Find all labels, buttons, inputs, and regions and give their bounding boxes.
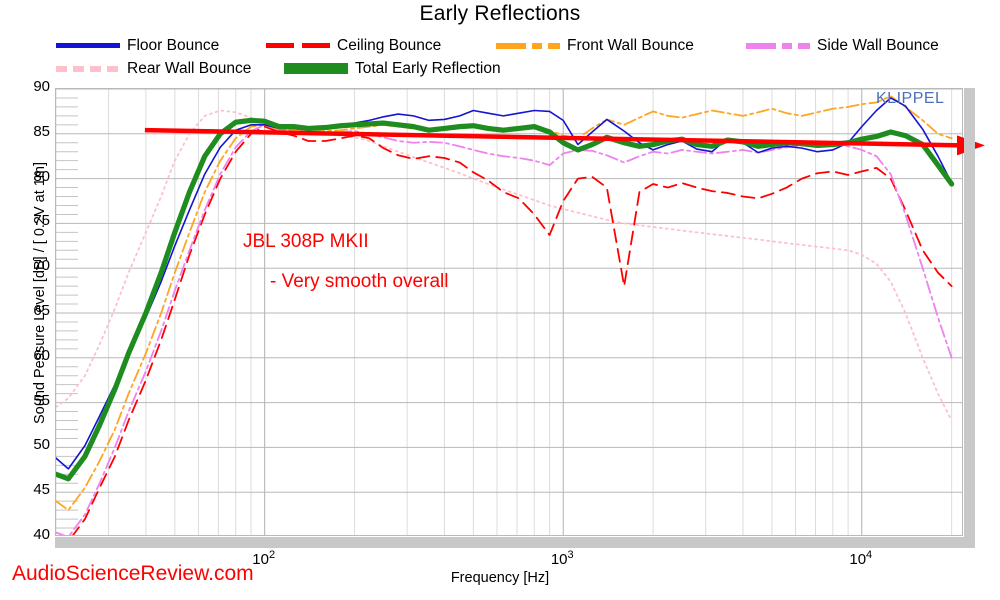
y-tick-55: 55 xyxy=(33,391,50,409)
x-tick-10000: 104 xyxy=(849,549,873,568)
y-tick-65: 65 xyxy=(33,302,50,319)
legend-label-ceiling-bounce: Ceiling Bounce xyxy=(337,36,442,54)
annotation-note: - Very smooth overall xyxy=(270,271,449,292)
legend-label-floor-bounce: Floor Bounce xyxy=(127,36,220,54)
legend-item-floor-bounce[interactable]: Floor Bounce xyxy=(56,34,266,57)
page-title: Early Reflections xyxy=(419,2,581,25)
y-tick-85: 85 xyxy=(33,122,50,140)
plot-area xyxy=(55,88,963,536)
legend-swatch-side-wall-bounce xyxy=(746,34,810,57)
y-tick-40: 40 xyxy=(33,526,50,543)
legend-label-total-early-reflection: Total Early Reflection xyxy=(355,59,501,77)
site-watermark: AudioScienceReview.com xyxy=(12,562,254,585)
legend-label-rear-wall-bounce: Rear Wall Bounce xyxy=(127,59,252,77)
klippel-watermark: KLIPPEL xyxy=(876,90,945,107)
y-tick-50: 50 xyxy=(33,436,50,454)
series-line-front-wall-bounce xyxy=(56,95,953,512)
legend-item-ceiling-bounce[interactable]: Ceiling Bounce xyxy=(266,34,496,57)
y-tick-75: 75 xyxy=(33,212,50,230)
y-tick-80: 80 xyxy=(33,167,50,185)
legend-item-total-early-reflection[interactable]: Total Early Reflection xyxy=(284,57,534,80)
x-tick-100: 102 xyxy=(252,549,276,568)
annotation-model: JBL 308P MKII xyxy=(243,231,369,252)
plot-bevel-bottom xyxy=(55,537,975,548)
legend-swatch-ceiling-bounce xyxy=(266,34,330,57)
legend-label-front-wall-bounce: Front Wall Bounce xyxy=(567,36,694,54)
legend-swatch-front-wall-bounce xyxy=(496,34,560,57)
legend-swatch-rear-wall-bounce xyxy=(56,57,120,80)
y-tick-70: 70 xyxy=(33,257,50,275)
chart-legend: Floor Bounce Ceiling Bounce Front Wall B… xyxy=(56,34,956,80)
legend-item-side-wall-bounce[interactable]: Side Wall Bounce xyxy=(746,34,946,57)
y-tick-60: 60 xyxy=(33,346,50,364)
series-line-floor-bounce xyxy=(56,97,953,470)
y-tick-90: 90 xyxy=(33,78,50,95)
y-tick-45: 45 xyxy=(33,481,50,499)
legend-swatch-total-early-reflection xyxy=(284,57,348,80)
x-tick-1000: 103 xyxy=(550,549,574,568)
legend-item-rear-wall-bounce[interactable]: Rear Wall Bounce xyxy=(56,57,284,80)
legend-swatch-floor-bounce xyxy=(56,34,120,57)
legend-item-front-wall-bounce[interactable]: Front Wall Bounce xyxy=(496,34,746,57)
legend-label-side-wall-bounce: Side Wall Bounce xyxy=(817,36,939,54)
plot-bevel-right xyxy=(964,88,975,548)
chart-page: Early Reflections Floor Bounce Ceiling B… xyxy=(0,0,1000,600)
plot-canvas xyxy=(56,89,962,535)
x-axis-title: Frequency [Hz] xyxy=(450,570,550,586)
